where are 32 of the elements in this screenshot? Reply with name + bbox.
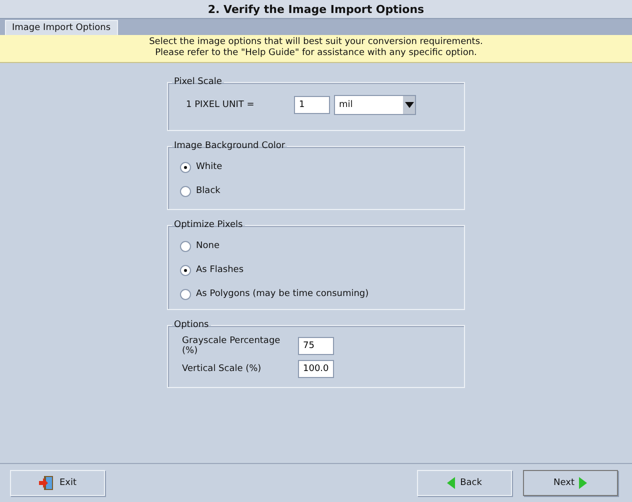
radio-label[interactable]: White bbox=[196, 162, 222, 172]
group-title: Options bbox=[173, 320, 210, 330]
exit-button[interactable]: Exit bbox=[10, 470, 105, 496]
next-button[interactable]: Next bbox=[523, 470, 618, 496]
unit-dropdown[interactable]: mil bbox=[334, 95, 416, 115]
group-title: Image Background Color bbox=[173, 141, 286, 151]
field-label: Vertical Scale (%) bbox=[182, 364, 262, 374]
radio-button[interactable] bbox=[180, 240, 191, 252]
radio-label[interactable]: As Flashes bbox=[196, 265, 244, 275]
input-field[interactable]: 100.0 bbox=[298, 360, 334, 378]
radio-label[interactable]: None bbox=[196, 241, 220, 251]
group-title: Pixel Scale bbox=[173, 77, 223, 87]
radio-button[interactable] bbox=[180, 162, 191, 172]
input-field[interactable]: 1 bbox=[294, 96, 330, 114]
input-field[interactable]: 75 bbox=[298, 336, 334, 354]
field-label: 1 PIXEL UNIT = bbox=[185, 100, 256, 110]
group-title: Optimize Pixels bbox=[173, 220, 244, 230]
notice-text: Please refer to the "Help Guide" for assistance with any specific option. bbox=[155, 48, 477, 59]
radio-button[interactable] bbox=[180, 186, 191, 196]
window-title: 2. Verify the Image Import Options bbox=[208, 2, 424, 16]
radio-label[interactable]: Black bbox=[196, 186, 220, 196]
radio-button[interactable] bbox=[180, 288, 191, 300]
right-arrow-icon bbox=[579, 477, 588, 489]
back-button[interactable]: Back bbox=[417, 470, 512, 496]
radio-label[interactable]: As Polygons (may be time consuming) bbox=[196, 289, 369, 299]
caret-icon bbox=[404, 102, 414, 108]
notice-text: Select the image options that will best suit your conversion requirements. bbox=[149, 37, 483, 48]
tab[interactable]: Image Import Options bbox=[5, 20, 118, 35]
field-label: Grayscale Percentage (%) bbox=[182, 336, 282, 356]
exit-door-icon bbox=[38, 475, 54, 491]
left-arrow-icon bbox=[447, 477, 456, 489]
radio-button[interactable] bbox=[180, 264, 191, 276]
